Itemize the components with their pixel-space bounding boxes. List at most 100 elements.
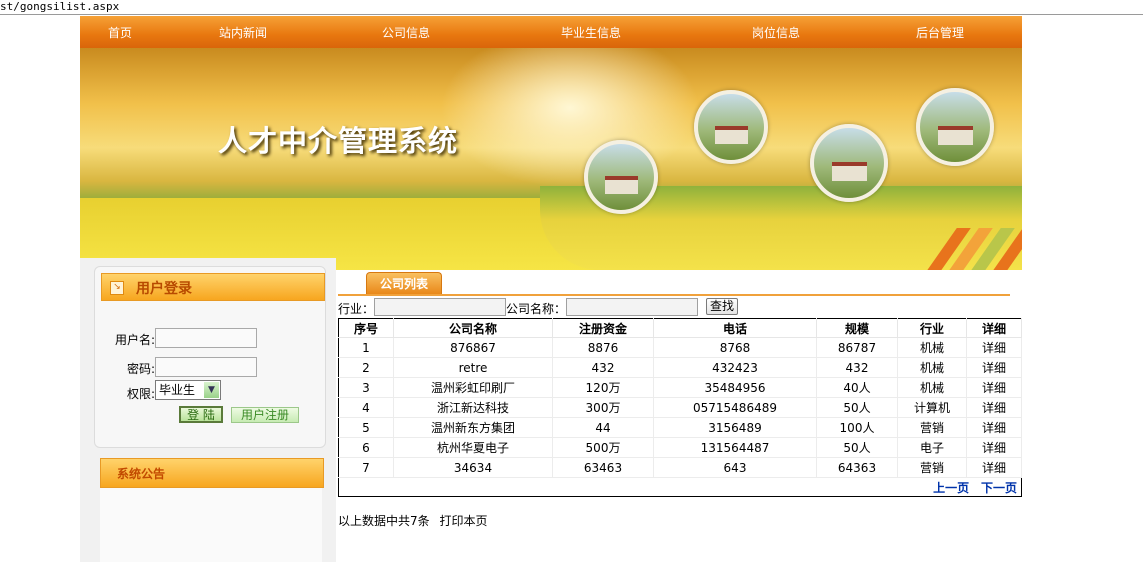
- nav-jobs[interactable]: 岗位信息: [752, 24, 800, 41]
- role-select-value: 毕业生: [159, 383, 196, 397]
- cell-scale: 50人: [816, 397, 898, 418]
- col-detail: 详细: [966, 318, 1022, 338]
- search-button[interactable]: 查找: [706, 298, 738, 315]
- table-row: 7 34634 63463 643 64363 营销 详细: [338, 457, 1022, 478]
- cell-company-name: 杭州华夏电子: [393, 437, 553, 458]
- login-panel: ↘ 用户登录 用户名: 密码: 权限: 毕业生 ▼ 登 陆 用户注册: [94, 266, 326, 448]
- table-row: 6 杭州华夏电子 500万 131564487 50人 电子 详细: [338, 437, 1022, 458]
- system-title: 人才中介管理系统: [218, 124, 459, 158]
- role-select[interactable]: 毕业生 ▼: [155, 380, 221, 400]
- next-page-link[interactable]: 下一页: [981, 481, 1017, 495]
- register-button[interactable]: 用户注册: [231, 407, 299, 423]
- login-icon: ↘: [110, 281, 124, 295]
- address-bar[interactable]: st/gongsilist.aspx: [0, 0, 1143, 15]
- decorative-stripes: [880, 228, 1022, 270]
- company-name-input[interactable]: [566, 298, 698, 316]
- table-header-row: 序号 公司名称 注册资金 电话 规模 行业 详细: [338, 318, 1022, 338]
- cell-phone: 432423: [653, 357, 817, 378]
- table-row: 1 876867 8876 8768 86787 机械 详细: [338, 337, 1022, 358]
- cell-capital: 8876: [552, 337, 654, 358]
- prev-page-link[interactable]: 上一页: [933, 481, 969, 495]
- login-title: 用户登录: [136, 281, 192, 297]
- left-sidebar: ↘ 用户登录 用户名: 密码: 权限: 毕业生 ▼ 登 陆 用户注册 系统公告: [80, 258, 336, 562]
- detail-link[interactable]: 详细: [966, 357, 1022, 378]
- cell-scale: 432: [816, 357, 898, 378]
- cell-phone: 643: [653, 457, 817, 478]
- photo-circle-4: [916, 88, 994, 166]
- detail-link[interactable]: 详细: [966, 437, 1022, 458]
- nav-company[interactable]: 公司信息: [382, 24, 430, 41]
- detail-link[interactable]: 详细: [966, 397, 1022, 418]
- cell-phone: 3156489: [653, 417, 817, 438]
- detail-link[interactable]: 详细: [966, 417, 1022, 438]
- company-name-label: 公司名称：: [506, 302, 567, 316]
- role-label: 权限:: [126, 387, 155, 401]
- col-industry: 行业: [897, 318, 967, 338]
- cell-index: 1: [338, 337, 394, 358]
- username-input[interactable]: [155, 328, 257, 348]
- pager: 上一页 下一页: [339, 478, 1022, 497]
- cell-capital: 432: [552, 357, 654, 378]
- photo-circle-1: [584, 140, 658, 214]
- nav-graduate[interactable]: 毕业生信息: [561, 24, 621, 41]
- col-phone: 电话: [653, 318, 817, 338]
- password-input[interactable]: [155, 357, 257, 377]
- cell-phone: 05715486489: [653, 397, 817, 418]
- username-label: 用户名:: [114, 333, 155, 347]
- password-label: 密码:: [126, 362, 155, 376]
- table-row: 3 温州彩虹印刷厂 120万 35484956 40人 机械 详细: [338, 377, 1022, 398]
- login-panel-header: ↘ 用户登录: [101, 273, 325, 301]
- cell-capital: 300万: [552, 397, 654, 418]
- tab-company-list[interactable]: 公司列表: [366, 272, 442, 295]
- cell-index: 2: [338, 357, 394, 378]
- notice-body: [100, 488, 322, 562]
- cell-industry: 营销: [897, 457, 967, 478]
- cell-phone: 131564487: [653, 437, 817, 458]
- cell-scale: 86787: [816, 337, 898, 358]
- cell-industry: 计算机: [897, 397, 967, 418]
- pager-row: 上一页 下一页: [339, 478, 1022, 497]
- table-row: 4 浙江新达科技 300万 05715486489 50人 计算机 详细: [338, 397, 1022, 418]
- cell-company-name: 温州新东方集团: [393, 417, 553, 438]
- cell-phone: 8768: [653, 337, 817, 358]
- cell-industry: 机械: [897, 377, 967, 398]
- cell-index: 7: [338, 457, 394, 478]
- total-count-text: 以上数据中共7条: [338, 514, 430, 528]
- notice-title: 系统公告: [117, 467, 166, 481]
- cell-company-name: 876867: [393, 337, 553, 358]
- cell-phone: 35484956: [653, 377, 817, 398]
- industry-label: 行业：: [338, 302, 375, 316]
- search-bar: 行业： 公司名称： 查找: [338, 298, 1022, 318]
- cell-capital: 120万: [552, 377, 654, 398]
- cell-index: 5: [338, 417, 394, 438]
- col-index: 序号: [338, 318, 394, 338]
- detail-link[interactable]: 详细: [966, 377, 1022, 398]
- cell-scale: 100人: [816, 417, 898, 438]
- header-banner: 人才中介管理系统: [80, 48, 1022, 270]
- industry-input[interactable]: [374, 298, 506, 316]
- print-page-link[interactable]: 打印本页: [439, 514, 487, 528]
- nav-home[interactable]: 首页: [108, 24, 132, 41]
- cell-company-name: 34634: [393, 457, 553, 478]
- photo-circle-3: [810, 124, 888, 202]
- detail-link[interactable]: 详细: [966, 457, 1022, 478]
- chevron-down-icon[interactable]: ▼: [204, 382, 219, 398]
- nav-news[interactable]: 站内新闻: [219, 24, 267, 41]
- cell-company-name: 浙江新达科技: [393, 397, 553, 418]
- cell-index: 3: [338, 377, 394, 398]
- top-nav: 首页 站内新闻 公司信息 毕业生信息 岗位信息 后台管理: [80, 16, 1022, 48]
- detail-link[interactable]: 详细: [966, 337, 1022, 358]
- table-row: 2 retre 432 432423 432 机械 详细: [338, 357, 1022, 378]
- col-scale: 规模: [816, 318, 898, 338]
- cell-industry: 营销: [897, 417, 967, 438]
- nav-admin[interactable]: 后台管理: [916, 24, 964, 41]
- cell-industry: 机械: [897, 337, 967, 358]
- company-table: 序号 公司名称 注册资金 电话 规模 行业 详细 1 876867 8876 8…: [338, 318, 1022, 497]
- col-company-name: 公司名称: [393, 318, 553, 338]
- cell-industry: 机械: [897, 357, 967, 378]
- cell-capital: 44: [552, 417, 654, 438]
- cell-capital: 63463: [552, 457, 654, 478]
- login-button[interactable]: 登 陆: [179, 406, 223, 423]
- tab-underline: [338, 294, 1010, 296]
- cell-index: 6: [338, 437, 394, 458]
